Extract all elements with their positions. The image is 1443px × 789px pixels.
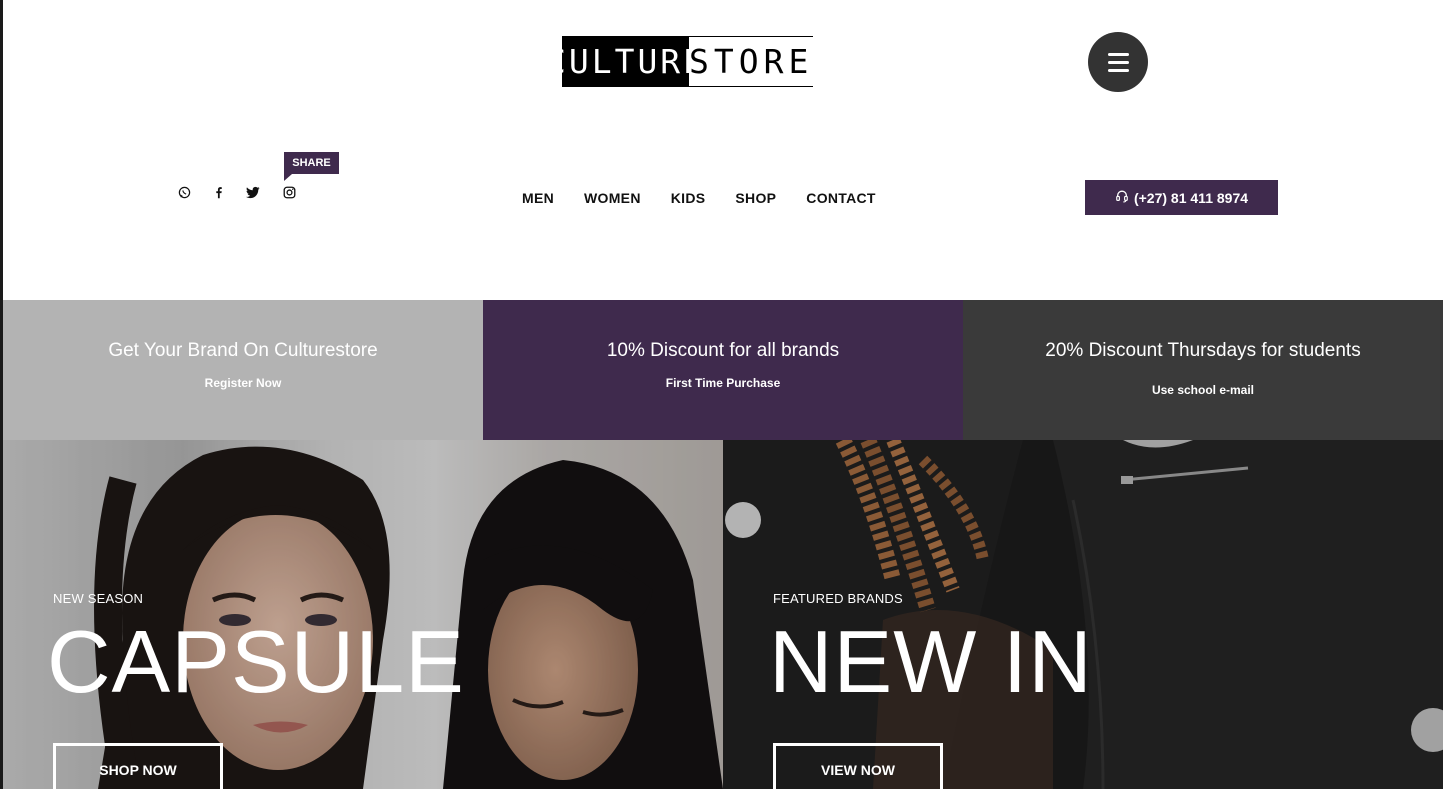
hero-eyebrow: FEATURED BRANDS [773,591,903,606]
main-nav: MEN WOMEN KIDS SHOP CONTACT [522,190,876,206]
hamburger-menu-button[interactable] [1088,32,1148,92]
nav-contact[interactable]: CONTACT [806,190,876,206]
twitter-icon[interactable] [245,184,261,200]
hero-eyebrow: NEW SEASON [53,591,144,606]
promo-register[interactable]: Get Your Brand On Culturestore Register … [3,300,483,440]
promo-title: 10% Discount for all brands [606,340,840,361]
culture-store-logo[interactable]: CULTURE STORE [546,36,814,87]
menu-line [1107,60,1129,64]
menu-line [1107,52,1129,56]
hero-headline: CAPSULE [47,612,465,711]
promo-students[interactable]: 20% Discount Thursdays for students Use … [963,300,1443,440]
phone-button[interactable]: (+27) 81 411 8974 [1085,180,1278,215]
headset-icon [1115,189,1129,206]
whatsapp-icon[interactable] [176,184,192,200]
hero-capsule[interactable]: NEW SEASON CAPSULE SHOP NOW [3,440,723,789]
nav-shop[interactable]: SHOP [735,190,776,206]
view-now-button[interactable]: VIEW NOW [773,743,943,789]
promo-title: 20% Discount Thursdays for students [1045,340,1361,361]
promo-title: Get Your Brand On Culturestore [108,340,378,361]
phone-number: (+27) 81 411 8974 [1133,189,1249,206]
promo-subtitle[interactable]: Register Now [3,376,483,390]
facebook-icon[interactable] [210,184,226,200]
logo-part-2: STORE [689,37,814,86]
promo-subtitle: Use school e-mail [1151,383,1255,397]
nav-men[interactable]: MEN [522,190,554,206]
hero-headline: NEW IN [769,612,1093,711]
promo-first-purchase[interactable]: 10% Discount for all brands First Time P… [483,300,963,440]
share-label: SHARE [284,152,339,181]
nav-women[interactable]: WOMEN [584,190,641,206]
menu-line [1107,68,1129,72]
promo-subtitle: First Time Purchase [665,376,781,390]
nav-kids[interactable]: KIDS [671,190,706,206]
shop-now-button[interactable]: SHOP NOW [53,743,223,789]
instagram-icon[interactable] [281,184,297,200]
hero-new-in[interactable]: FEATURED BRANDS NEW IN VIEW NOW [723,440,1443,789]
logo-part-1: CULTURE [546,37,703,86]
